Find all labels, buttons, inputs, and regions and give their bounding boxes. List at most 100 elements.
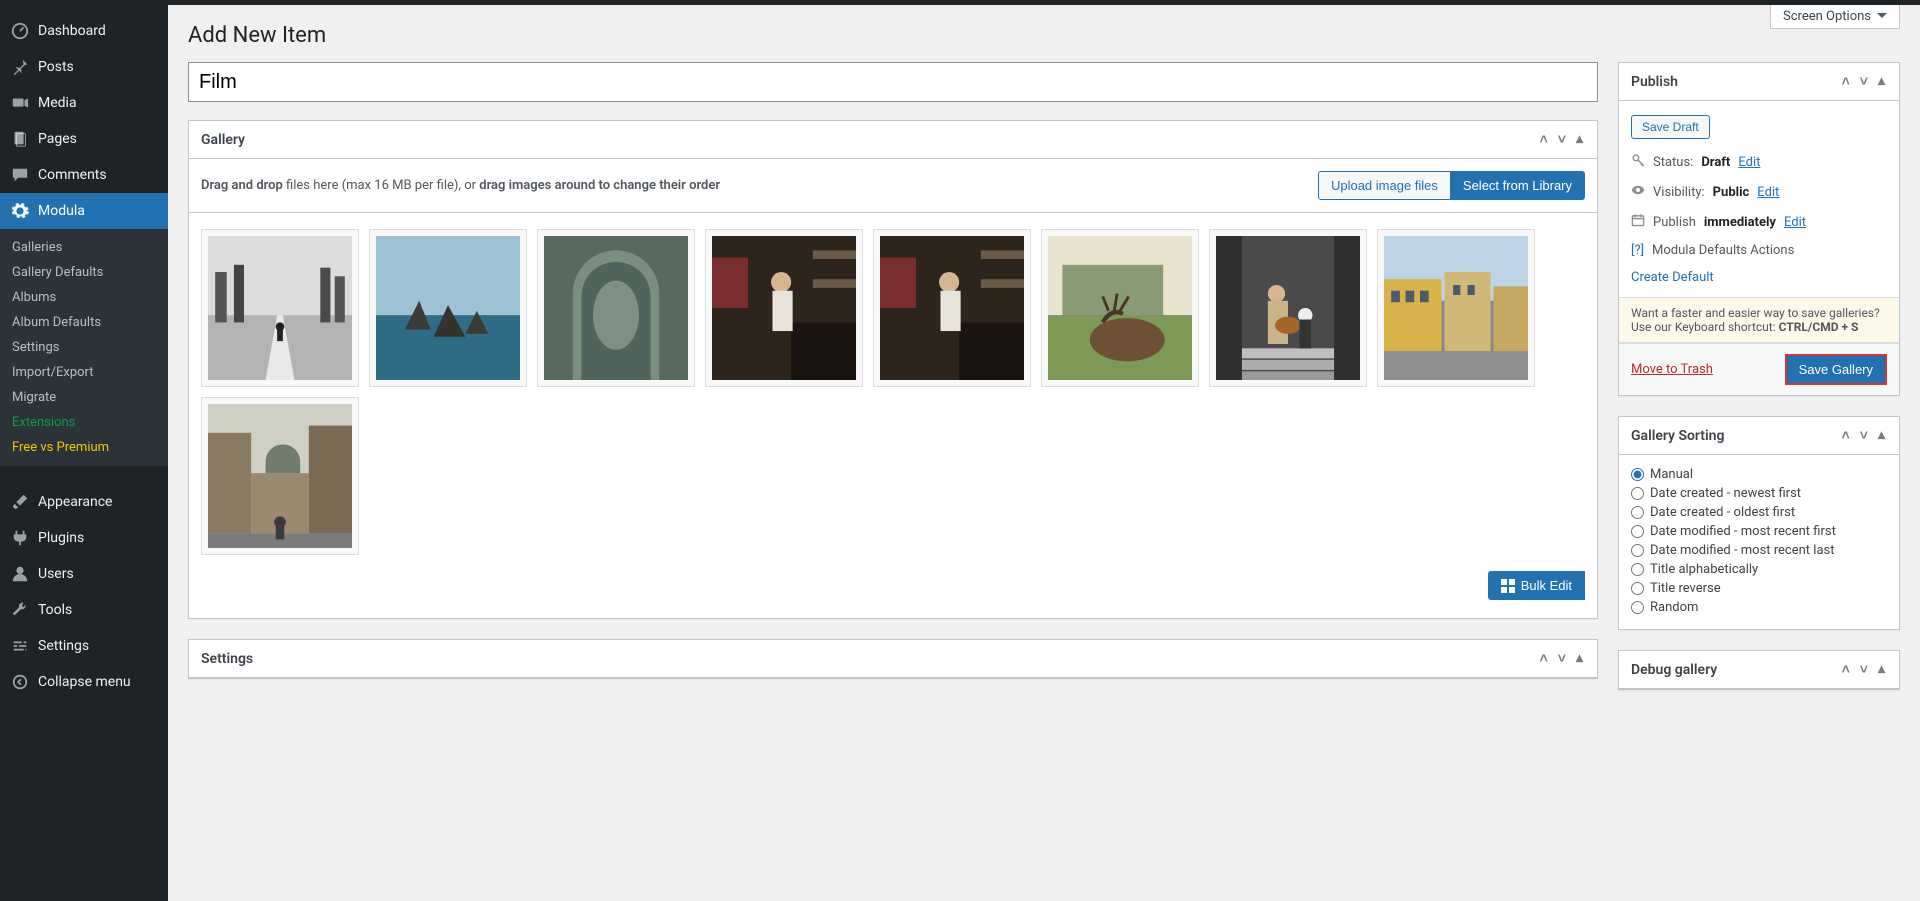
toggle-icon[interactable]: ▴	[1876, 427, 1887, 444]
keyboard-shortcut-tip: Want a faster and easier way to save gal…	[1619, 297, 1899, 343]
sort-radio[interactable]	[1631, 525, 1644, 538]
sidebar-item-media[interactable]: Media	[0, 85, 168, 121]
edit-date-link[interactable]: Edit	[1784, 215, 1806, 230]
publish-metabox-header[interactable]: Publish ˄ ˅ ▴	[1619, 63, 1899, 101]
sidebar-item-posts[interactable]: Posts	[0, 49, 168, 85]
sort-option[interactable]: Title reverse	[1631, 579, 1887, 598]
sidebar-sub-migrate[interactable]: Migrate	[0, 385, 168, 410]
sort-label: Date modified - most recent last	[1650, 543, 1834, 558]
sort-label: Title reverse	[1650, 581, 1721, 596]
sidebar-item-appearance[interactable]: Appearance	[0, 484, 168, 520]
toggle-icon[interactable]: ▴	[1876, 73, 1887, 90]
save-gallery-button[interactable]: Save Gallery	[1785, 354, 1887, 385]
wrench-icon	[10, 600, 30, 620]
gallery-title-input[interactable]	[188, 62, 1598, 102]
sidebar-item-dashboard[interactable]: Dashboard	[0, 13, 168, 49]
sidebar-item-label: Posts	[38, 59, 74, 75]
sort-option[interactable]: Manual	[1631, 465, 1887, 484]
sliders-icon	[10, 636, 30, 656]
bulk-edit-button[interactable]: Bulk Edit	[1488, 571, 1585, 600]
gallery-thumb[interactable]	[369, 229, 527, 387]
sort-option[interactable]: Random	[1631, 598, 1887, 617]
settings-metabox-title: Settings	[201, 651, 253, 667]
gallery-sorting-metabox: Gallery Sorting ˄ ˅ ▴ Manual Date create…	[1618, 416, 1900, 630]
sidebar-item-modula[interactable]: Modula	[0, 193, 168, 229]
gear-icon	[10, 201, 30, 221]
toggle-icon[interactable]: ▴	[1876, 661, 1887, 678]
sidebar-sub-settings[interactable]: Settings	[0, 335, 168, 360]
sort-radio[interactable]	[1631, 487, 1644, 500]
select-from-library-button[interactable]: Select from Library	[1450, 171, 1585, 200]
sidebar-sub-albums[interactable]: Albums	[0, 285, 168, 310]
toggle-icon[interactable]: ▴	[1574, 131, 1585, 148]
create-default-link[interactable]: Create Default	[1631, 270, 1714, 285]
move-down-icon[interactable]: ˅	[1858, 73, 1870, 90]
sidebar-sub-gallery-defaults[interactable]: Gallery Defaults	[0, 260, 168, 285]
help-icon: [?]	[1631, 243, 1644, 258]
move-up-icon[interactable]: ˄	[1538, 131, 1550, 148]
edit-status-link[interactable]: Edit	[1738, 155, 1760, 170]
gallery-thumb[interactable]	[1041, 229, 1199, 387]
gallery-thumb[interactable]	[1377, 229, 1535, 387]
sidebar-item-pages[interactable]: Pages	[0, 121, 168, 157]
settings-metabox-header[interactable]: Settings ˄ ˅ ▴	[189, 640, 1597, 678]
sidebar-item-comments[interactable]: Comments	[0, 157, 168, 193]
save-draft-button[interactable]: Save Draft	[1631, 115, 1710, 139]
move-up-icon[interactable]: ˄	[1840, 661, 1852, 678]
comments-icon	[10, 165, 30, 185]
gallery-metabox-header[interactable]: Gallery ˄ ˅ ▴	[189, 121, 1597, 159]
sidebar-item-tools[interactable]: Tools	[0, 592, 168, 628]
screen-options-button[interactable]: Screen Options	[1770, 5, 1900, 29]
sidebar-item-settings[interactable]: Settings	[0, 628, 168, 664]
move-down-icon[interactable]: ˅	[1858, 427, 1870, 444]
move-to-trash-link[interactable]: Move to Trash	[1631, 362, 1713, 377]
gallery-thumb[interactable]	[705, 229, 863, 387]
toggle-icon[interactable]: ▴	[1574, 650, 1585, 667]
sidebar-sub-album-defaults[interactable]: Album Defaults	[0, 310, 168, 335]
publish-date-label: Publish	[1653, 215, 1696, 230]
gallery-thumb[interactable]	[1209, 229, 1367, 387]
debug-gallery-header[interactable]: Debug gallery ˄ ˅ ▴	[1619, 651, 1899, 689]
calendar-icon	[1631, 213, 1645, 231]
debug-gallery-title: Debug gallery	[1631, 662, 1717, 678]
sort-radio[interactable]	[1631, 506, 1644, 519]
move-down-icon[interactable]: ˅	[1858, 661, 1870, 678]
sort-option[interactable]: Date created - newest first	[1631, 484, 1887, 503]
upload-image-files-button[interactable]: Upload image files	[1318, 171, 1451, 200]
move-down-icon[interactable]: ˅	[1556, 131, 1568, 148]
gallery-grid[interactable]	[189, 213, 1597, 565]
sort-option[interactable]: Date created - oldest first	[1631, 503, 1887, 522]
sort-radio[interactable]	[1631, 468, 1644, 481]
sort-radio[interactable]	[1631, 582, 1644, 595]
gallery-thumb[interactable]	[201, 397, 359, 555]
move-down-icon[interactable]: ˅	[1556, 650, 1568, 667]
edit-visibility-link[interactable]: Edit	[1757, 185, 1779, 200]
gallery-thumb[interactable]	[873, 229, 1031, 387]
sidebar-item-plugins[interactable]: Plugins	[0, 520, 168, 556]
sidebar-sub-extensions[interactable]: Extensions	[0, 410, 168, 435]
sidebar-sub-galleries[interactable]: Galleries	[0, 235, 168, 260]
sort-radio[interactable]	[1631, 544, 1644, 557]
gallery-thumb[interactable]	[201, 229, 359, 387]
move-up-icon[interactable]: ˄	[1840, 427, 1852, 444]
sort-radio[interactable]	[1631, 601, 1644, 614]
sidebar-sub-import-export[interactable]: Import/Export	[0, 360, 168, 385]
sort-option[interactable]: Date modified - most recent first	[1631, 522, 1887, 541]
sort-option[interactable]: Date modified - most recent last	[1631, 541, 1887, 560]
sort-option[interactable]: Title alphabetically	[1631, 560, 1887, 579]
drop-bold-2: drag images around to change their order	[479, 178, 720, 193]
status-row: Status: Draft Edit	[1631, 147, 1887, 177]
sort-radio[interactable]	[1631, 563, 1644, 576]
sort-label: Date modified - most recent first	[1650, 524, 1836, 539]
settings-metabox: Settings ˄ ˅ ▴	[188, 639, 1598, 679]
move-up-icon[interactable]: ˄	[1840, 73, 1852, 90]
metabox-controls: ˄ ˅ ▴	[1840, 661, 1887, 678]
move-up-icon[interactable]: ˄	[1538, 650, 1550, 667]
defaults-actions-label: Modula Defaults Actions	[1652, 243, 1794, 258]
sidebar-sub-free-vs-premium[interactable]: Free vs Premium	[0, 435, 168, 460]
sidebar-item-collapse[interactable]: Collapse menu	[0, 664, 168, 700]
gallery-sorting-header[interactable]: Gallery Sorting ˄ ˅ ▴	[1619, 417, 1899, 455]
gallery-thumb[interactable]	[537, 229, 695, 387]
gallery-metabox-title: Gallery	[201, 132, 245, 148]
sidebar-item-users[interactable]: Users	[0, 556, 168, 592]
